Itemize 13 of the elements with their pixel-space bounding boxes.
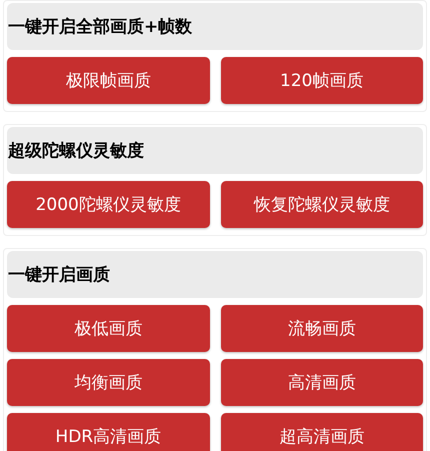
section-title: 一键开启画质: [7, 251, 423, 298]
option-button[interactable]: 极限帧画质: [7, 57, 210, 104]
option-button[interactable]: 2000陀螺仪灵敏度: [7, 181, 210, 228]
option-button[interactable]: HDR高清画质: [7, 413, 210, 451]
option-button[interactable]: 流畅画质: [220, 305, 423, 352]
section-title: 超级陀螺仪灵敏度: [7, 127, 423, 174]
option-button[interactable]: 均衡画质: [7, 359, 210, 406]
option-button[interactable]: 超高清画质: [220, 413, 423, 451]
option-button[interactable]: 恢复陀螺仪灵敏度: [220, 181, 423, 228]
section-title: 一键开启全部画质+帧数: [7, 3, 423, 50]
option-button[interactable]: 高清画质: [220, 359, 423, 406]
option-button[interactable]: 极低画质: [7, 305, 210, 352]
option-button[interactable]: 120帧画质: [220, 57, 423, 104]
